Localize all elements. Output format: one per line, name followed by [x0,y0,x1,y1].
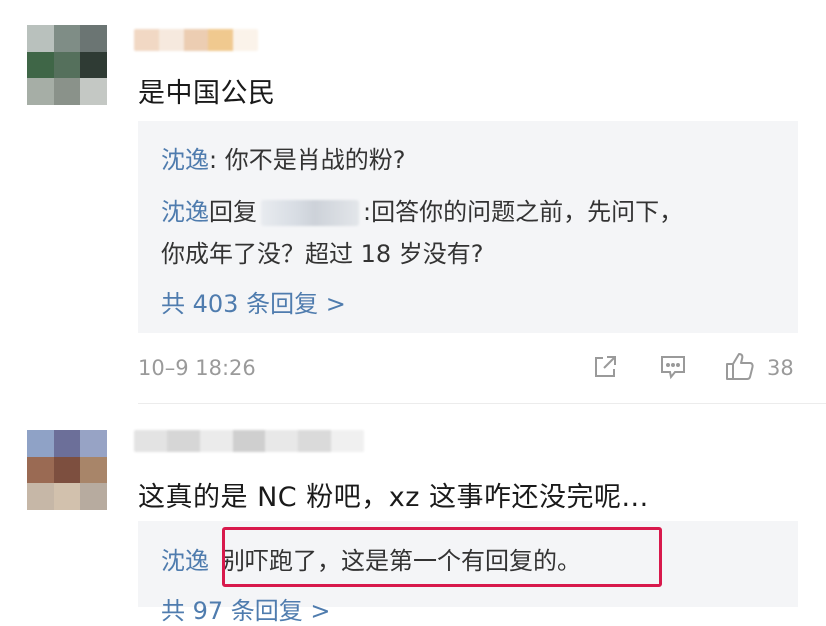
comment-text: 这真的是 NC 粉吧，xz 这事咋还没完呢... [138,482,649,513]
reply-text: :回答你的问题之前，先问下， [363,198,684,226]
reply-preview-box[interactable]: 沈逸: 你不是肖战的粉? 沈逸回复 :回答你的问题之前，先问下， 你成年了没？超过… [138,121,798,333]
comment-timestamp: 10–9 18:26 [138,356,256,380]
username-blurred[interactable] [134,29,258,51]
masked-username [261,200,359,226]
share-button[interactable] [590,352,620,382]
comment-button[interactable] [658,352,688,382]
avatar[interactable] [27,430,107,510]
reply-username[interactable]: 沈逸 [161,146,209,174]
thumbs-up-icon [726,353,754,380]
reply-username[interactable]: 沈逸 [161,547,209,575]
comment-text: 是中国公民 [138,78,276,109]
avatar[interactable] [27,25,107,105]
reply-text: : 你不是肖战的粉? [209,146,406,174]
reply-line: 沈逸: 你不是肖战的粉? [161,140,405,175]
share-icon [595,356,616,377]
reply-username[interactable]: 沈逸 [161,198,209,226]
reply-line-continued: 你成年了没？超过 18 岁没有? [161,240,484,268]
comment-icon [661,356,685,380]
reply-verb: 回复 [209,198,257,226]
like-button[interactable] [723,349,757,383]
like-count: 38 [767,356,794,380]
comment-divider [138,403,826,404]
username-blurred[interactable] [134,430,364,452]
reply-line: 沈逸回复 :回答你的问题之前，先问下， [161,192,683,227]
more-replies-link[interactable]: 共 97 条回复 > [161,591,331,626]
highlight-box [222,527,662,587]
more-replies-link[interactable]: 共 403 条回复 > [161,284,346,319]
